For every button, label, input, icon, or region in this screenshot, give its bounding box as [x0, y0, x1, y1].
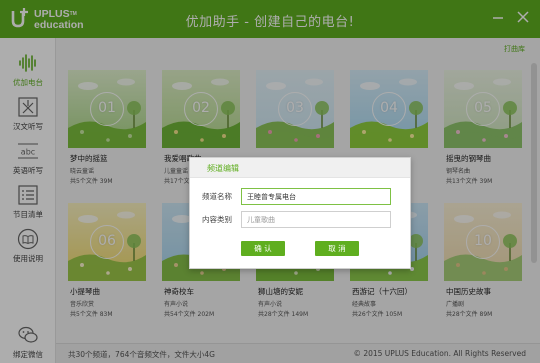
dialog-header: 频道编辑 [190, 158, 410, 178]
channel-name-input[interactable] [241, 188, 391, 205]
cancel-button[interactable]: 取 消 [315, 241, 359, 256]
dialog-title: 频道编辑 [207, 164, 239, 173]
channel-name-label: 频道名称 [202, 192, 232, 201]
confirm-button[interactable]: 确 认 [241, 241, 285, 256]
content-type-label: 内容类别 [202, 215, 232, 224]
channel-edit-dialog: 频道编辑 频道名称 内容类别 确 认 取 消 [189, 157, 411, 269]
content-type-input[interactable] [241, 211, 391, 228]
